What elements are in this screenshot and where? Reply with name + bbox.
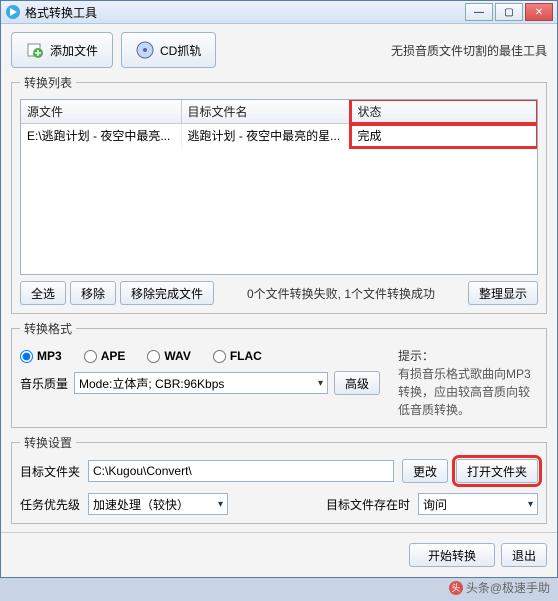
radio-wav[interactable]: WAV: [147, 349, 190, 363]
col-target[interactable]: 目标文件名: [181, 100, 351, 124]
radio-flac[interactable]: FLAC: [213, 349, 262, 363]
file-list[interactable]: 源文件 目标文件名 状态 E:\逃跑计划 - 夜空中最亮... 逃跑计划 - 夜…: [20, 99, 538, 275]
maximize-button[interactable]: ▢: [495, 3, 523, 21]
exists-select[interactable]: 询问: [418, 493, 538, 515]
exit-button[interactable]: 退出: [501, 543, 547, 567]
conversion-list-group: 转换列表 源文件 目标文件名 状态 E:\逃跑计划 - 夜空中最亮... 逃跑计…: [11, 74, 547, 314]
app-icon: [5, 4, 21, 20]
format-hint: 提示： 有损音乐格式歌曲向MP3转换，应由较高音质向较低音质转换。: [398, 345, 538, 419]
folder-label: 目标文件夹: [20, 463, 80, 480]
app-window: 格式转换工具 — ▢ ✕ 添加文件 CD抓轨 无损音质文件切割的最佳工具 转换列…: [0, 0, 558, 578]
cd-rip-label: CD抓轨: [160, 42, 201, 59]
col-status[interactable]: 状态: [351, 100, 537, 124]
open-folder-button[interactable]: 打开文件夹: [456, 459, 538, 483]
quality-combo[interactable]: Mode:立体声; CBR:96Kbps: [74, 372, 328, 394]
priority-label: 任务优先级: [20, 496, 80, 513]
tagline: 无损音质文件切割的最佳工具: [391, 42, 547, 59]
folder-input[interactable]: C:\Kugou\Convert\: [88, 460, 394, 482]
radio-mp3[interactable]: MP3: [20, 349, 62, 363]
cell-status: 完成: [351, 124, 537, 148]
select-all-button[interactable]: 全选: [20, 281, 66, 305]
radio-ape[interactable]: APE: [84, 349, 126, 363]
window-title: 格式转换工具: [25, 4, 465, 21]
remove-button[interactable]: 移除: [70, 281, 116, 305]
add-file-button[interactable]: 添加文件: [11, 32, 113, 68]
remove-done-button[interactable]: 移除完成文件: [120, 281, 214, 305]
cell-target: 逃跑计划 - 夜空中最亮的星...: [181, 124, 351, 148]
close-button[interactable]: ✕: [525, 3, 553, 21]
settings-group: 转换设置 目标文件夹 C:\Kugou\Convert\ 更改 打开文件夹 任务…: [11, 434, 547, 524]
format-group: 转换格式 MP3 APE WAV FLAC 音乐质量 Mode:立体声; CBR…: [11, 320, 547, 428]
title-bar: 格式转换工具 — ▢ ✕: [1, 1, 557, 24]
exists-label: 目标文件存在时: [326, 496, 410, 513]
quality-label: 音乐质量: [20, 375, 68, 392]
conversion-status: 0个文件转换失败, 1个文件转换成功: [247, 285, 435, 302]
arrange-button[interactable]: 整理显示: [468, 281, 538, 305]
start-convert-button[interactable]: 开始转换: [409, 543, 495, 567]
add-file-icon: [26, 41, 44, 59]
minimize-button[interactable]: —: [465, 3, 493, 21]
change-folder-button[interactable]: 更改: [402, 459, 448, 483]
format-legend: 转换格式: [20, 320, 76, 337]
table-row[interactable]: E:\逃跑计划 - 夜空中最亮... 逃跑计划 - 夜空中最亮的星... 完成: [21, 124, 537, 148]
settings-legend: 转换设置: [20, 434, 76, 451]
priority-select[interactable]: 加速处理（较快）: [88, 493, 228, 515]
advanced-button[interactable]: 高级: [334, 371, 380, 395]
conversion-list-legend: 转换列表: [20, 74, 76, 91]
watermark: 头 头条@极速手助: [449, 579, 550, 596]
col-source[interactable]: 源文件: [21, 100, 181, 124]
add-file-label: 添加文件: [50, 42, 98, 59]
cd-icon: [136, 41, 154, 59]
watermark-icon: 头: [449, 581, 463, 595]
cd-rip-button[interactable]: CD抓轨: [121, 32, 216, 68]
cell-source: E:\逃跑计划 - 夜空中最亮...: [21, 124, 181, 148]
